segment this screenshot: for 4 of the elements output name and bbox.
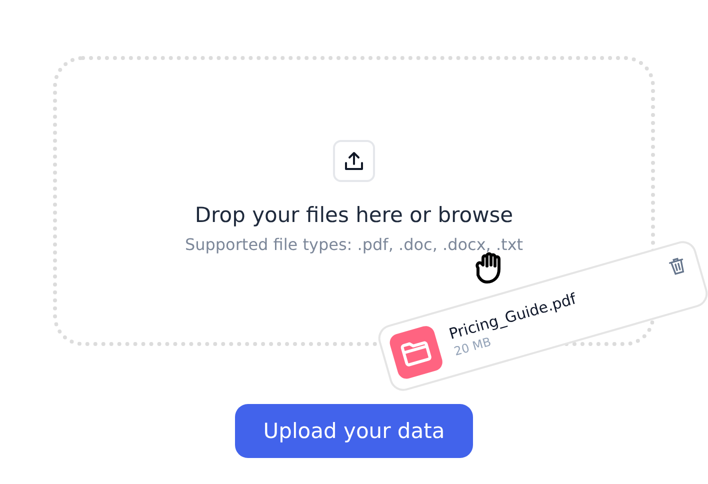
upload-button[interactable]: Upload your data xyxy=(235,404,473,458)
folder-icon xyxy=(388,324,445,381)
upload-icon xyxy=(333,140,375,182)
drop-title: Drop your files here or browse xyxy=(194,203,514,227)
